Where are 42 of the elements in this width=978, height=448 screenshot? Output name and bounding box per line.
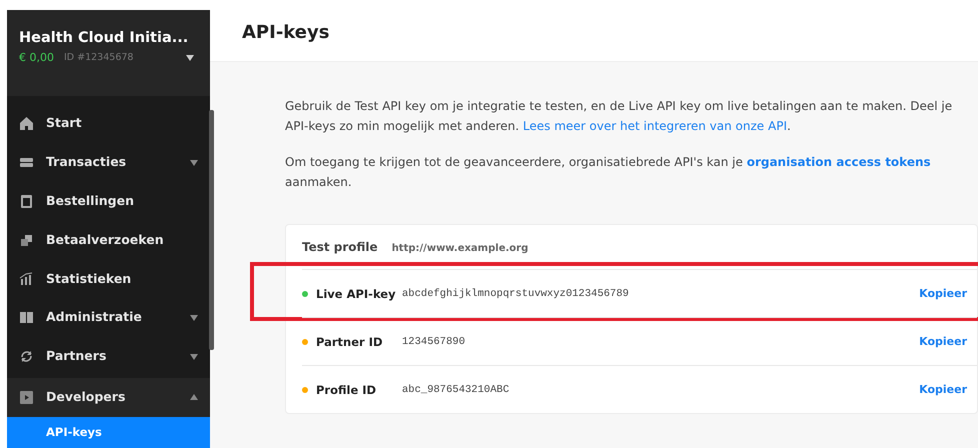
account-header[interactable]: Health Cloud Initia... € 0,00 ID #12345678: [7, 10, 210, 96]
sidebar-item[interactable]: Bestellingen: [7, 182, 210, 221]
access-tokens-link[interactable]: organisation access tokens: [746, 155, 931, 169]
caret-down-icon: [190, 354, 198, 360]
profile-name: Test profile: [302, 239, 378, 256]
key-value: abc_9876543210ABC: [402, 382, 510, 398]
sidebar-item[interactable]: Partners: [7, 337, 210, 376]
sidebar-item[interactable]: Administratie: [7, 298, 210, 338]
caret-down-icon: [190, 160, 198, 166]
intro-paragraph: Gebruik de Test API key om je integratie te testen, en de Live API key om live betalingen aan te maken. Deel je API-keys zo min mogelijk met anderen. Lees meer over het integreren van onze API.: [285, 98, 954, 135]
copy-button[interactable]: Kopieer: [919, 284, 967, 304]
book-icon: [19, 310, 34, 326]
key-value: 1234567890: [402, 334, 466, 350]
page-title: API-keys: [242, 22, 330, 44]
sidebar-item[interactable]: Transacties: [7, 143, 210, 182]
sync-arrows-icon: [19, 349, 34, 364]
overlapping-squares-icon: [19, 232, 34, 248]
bar-chart-icon: [19, 271, 34, 286]
account-id: ID #12345678: [64, 50, 134, 65]
copy-button[interactable]: Kopieer: [919, 332, 967, 352]
docs-link[interactable]: Lees meer over het integreren van onze API: [522, 119, 787, 133]
account-name: Health Cloud Initia...: [19, 29, 190, 48]
caret-down-icon: [190, 314, 198, 321]
key-label: Profile ID: [316, 382, 378, 398]
sidebar-item[interactable]: Start: [7, 104, 210, 144]
key-label: Partner ID: [316, 334, 384, 350]
sidebar-item[interactable]: Betaalverzoeken: [7, 220, 210, 260]
access-paragraph: Om toegang te krijgen tot de geavanceerdere, organisatiebrede API's kan je organisation access tokens aanmaken.: [285, 154, 932, 191]
caret-up-icon: [190, 394, 198, 400]
clipboard-icon: [19, 194, 34, 209]
submenu-item[interactable]: API-keys: [7, 416, 210, 448]
sidebar-item[interactable]: Developers: [7, 378, 210, 417]
key-value: abcdefghijklmnopqrstuvwxyz0123456789: [402, 286, 630, 302]
profile-url: http://www.example.org: [392, 242, 528, 256]
scrollbar[interactable]: [209, 110, 214, 350]
dropdown-caret-icon[interactable]: [186, 55, 194, 61]
play-square-icon: [19, 390, 34, 405]
account-balance: € 0,00: [19, 50, 54, 66]
home-icon: [19, 116, 34, 132]
key-label: Live API-key: [316, 286, 397, 302]
sidebar-item[interactable]: Statistieken: [7, 260, 210, 298]
copy-button[interactable]: Kopieer: [919, 380, 967, 400]
